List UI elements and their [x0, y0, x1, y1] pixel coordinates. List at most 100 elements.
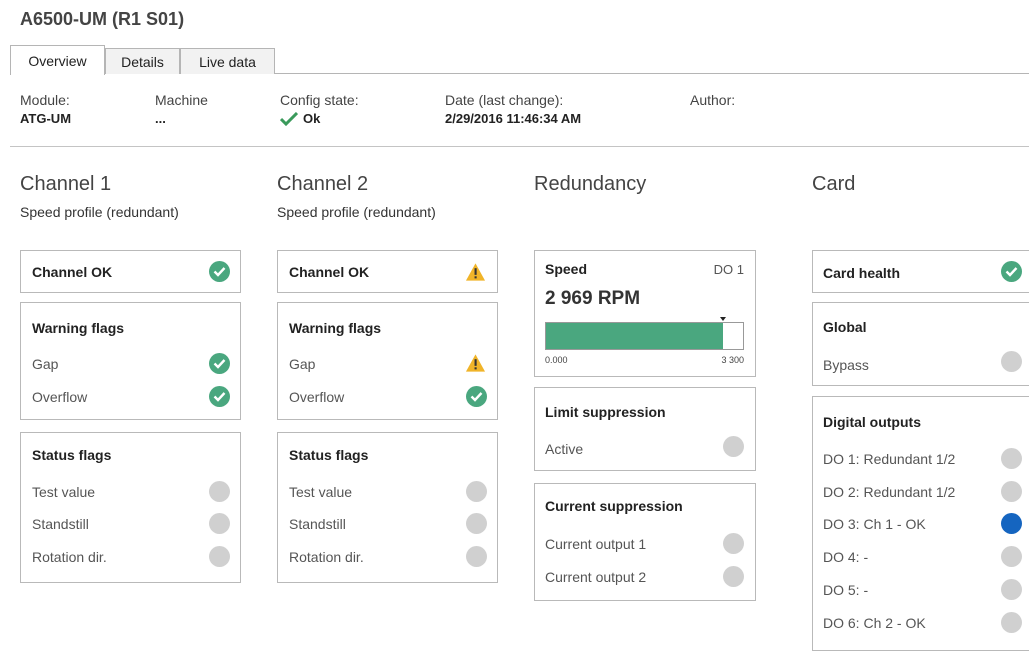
- module-title: A6500-UM (R1 S01): [20, 9, 185, 29]
- machine-value: ...: [155, 111, 166, 126]
- channel1-status-label: Channel OK: [32, 264, 113, 280]
- status-indicator: [1001, 612, 1022, 633]
- channel1-gap-label: Gap: [32, 356, 59, 372]
- channel2-title: Channel 2: [277, 173, 369, 195]
- speed-marker: [720, 317, 726, 321]
- channel2-warning-title: Warning flags: [289, 320, 382, 336]
- channel2-subtitle: Speed profile (redundant): [277, 204, 436, 220]
- speed-box: Speed DO 1 2 969 RPM 0.000 3 300: [534, 250, 756, 377]
- status-indicator: [723, 533, 744, 554]
- channel1-statusflags-title: Status flags: [32, 447, 112, 463]
- do3-label: DO 3: Ch 1 - OK: [823, 516, 926, 532]
- check-circle-icon: [209, 386, 230, 407]
- status-indicator: [723, 436, 744, 457]
- config-info: Config state: Ok: [280, 92, 359, 126]
- tab-overview[interactable]: Overview: [10, 45, 105, 75]
- check-circle-icon: [1001, 261, 1022, 282]
- channel2-statusflags-title: Status flags: [289, 447, 369, 463]
- warning-triangle-icon: [465, 261, 486, 282]
- check-circle-icon: [209, 353, 230, 374]
- channel1-title: Channel 1: [20, 173, 112, 195]
- machine-info: Machine ...: [155, 92, 208, 126]
- module-value: ATG-UM: [20, 111, 72, 126]
- status-indicator: [209, 513, 230, 534]
- channel1-rotation-label: Rotation dir.: [32, 549, 107, 565]
- do5-label: DO 5: -: [823, 582, 869, 598]
- redundancy-title: Redundancy: [534, 173, 647, 195]
- channel2-standstill-label: Standstill: [289, 516, 346, 532]
- speed-bar-fill: [546, 323, 723, 349]
- checkmark-icon: [280, 111, 298, 126]
- status-indicator: [1001, 351, 1022, 372]
- status-indicator: [1001, 448, 1022, 469]
- channel2-overflow-label: Overflow: [289, 389, 345, 405]
- status-indicator: [466, 481, 487, 502]
- tab-live-data[interactable]: Live data: [180, 48, 275, 74]
- digital-outputs-title: Digital outputs: [823, 414, 921, 430]
- channel1-warning-box: Warning flags Gap Overflow: [20, 302, 241, 420]
- check-circle-icon: [466, 386, 487, 407]
- status-indicator: [209, 481, 230, 502]
- tab-bar: Overview Details Live data: [10, 45, 1029, 75]
- limit-suppression-title: Limit suppression: [545, 404, 666, 420]
- channel2-status-label: Channel OK: [289, 264, 370, 280]
- limit-active-label: Active: [545, 441, 584, 457]
- channel1-warning-title: Warning flags: [32, 320, 125, 336]
- module-label: Module:: [20, 92, 70, 108]
- header-divider: [10, 146, 1029, 147]
- tab-details[interactable]: Details: [105, 48, 180, 74]
- channel2-warning-box: Warning flags Gap Overflow: [277, 302, 498, 420]
- speed-label: Speed: [545, 261, 588, 277]
- channel2-status-box: Channel OK: [277, 250, 498, 293]
- global-title: Global: [823, 319, 867, 335]
- channel1-statusflags-box: Status flags Test value Standstill Rotat…: [20, 432, 241, 583]
- current-output2-label: Current output 2: [545, 569, 647, 585]
- channel1-test-value-label: Test value: [32, 484, 96, 500]
- limit-suppression-box: Limit suppression Active: [534, 387, 756, 471]
- speed-do-label: DO 1: [713, 262, 744, 277]
- machine-label: Machine: [155, 92, 208, 108]
- current-suppression-title: Current suppression: [545, 498, 683, 514]
- date-value: 2/29/2016 11:46:34 AM: [445, 111, 582, 126]
- author-label: Author:: [690, 92, 736, 108]
- channel2-rotation-label: Rotation dir.: [289, 549, 364, 565]
- do1-label: DO 1: Redundant 1/2: [823, 451, 956, 467]
- channel2-gap-label: Gap: [289, 356, 316, 372]
- card-health-box: Card health: [812, 250, 1029, 293]
- active-indicator: [1001, 513, 1022, 534]
- status-indicator: [466, 546, 487, 567]
- card-title: Card: [812, 173, 856, 195]
- config-value-row: Ok: [280, 111, 359, 126]
- card-health-label: Card health: [823, 265, 901, 281]
- scale-min: 0.000: [545, 355, 568, 365]
- current-output1-label: Current output 1: [545, 536, 647, 552]
- date-info: Date (last change): 2/29/2016 11:46:34 A…: [445, 92, 581, 126]
- channel1-status-box: Channel OK: [20, 250, 241, 293]
- status-indicator: [723, 566, 744, 587]
- date-label: Date (last change):: [445, 92, 564, 108]
- speed-bar: [545, 317, 744, 350]
- digital-outputs-box: Digital outputs DO 1: Redundant 1/2 DO 2…: [812, 396, 1029, 651]
- do2-label: DO 2: Redundant 1/2: [823, 484, 956, 500]
- status-indicator: [1001, 546, 1022, 567]
- channel1-standstill-label: Standstill: [32, 516, 89, 532]
- config-label: Config state:: [280, 92, 359, 108]
- do6-label: DO 6: Ch 2 - OK: [823, 615, 926, 631]
- status-indicator: [1001, 579, 1022, 600]
- config-value: Ok: [303, 111, 321, 126]
- channel2-test-value-label: Test value: [289, 484, 353, 500]
- channel2-statusflags-box: Status flags Test value Standstill Rotat…: [277, 432, 498, 583]
- scale-max: 3 300: [721, 355, 744, 365]
- channel1-overflow-label: Overflow: [32, 389, 88, 405]
- warning-triangle-icon: [465, 352, 486, 373]
- channel1-subtitle: Speed profile (redundant): [20, 204, 179, 220]
- author-info: Author:: [690, 92, 735, 108]
- module-info: Module: ATG-UM: [20, 92, 71, 126]
- global-box: Global Bypass: [812, 302, 1029, 386]
- speed-value: 2 969 RPM: [545, 288, 641, 309]
- check-circle-icon: [209, 261, 230, 282]
- status-indicator: [1001, 481, 1022, 502]
- status-indicator: [209, 546, 230, 567]
- status-indicator: [466, 513, 487, 534]
- do4-label: DO 4: -: [823, 549, 869, 565]
